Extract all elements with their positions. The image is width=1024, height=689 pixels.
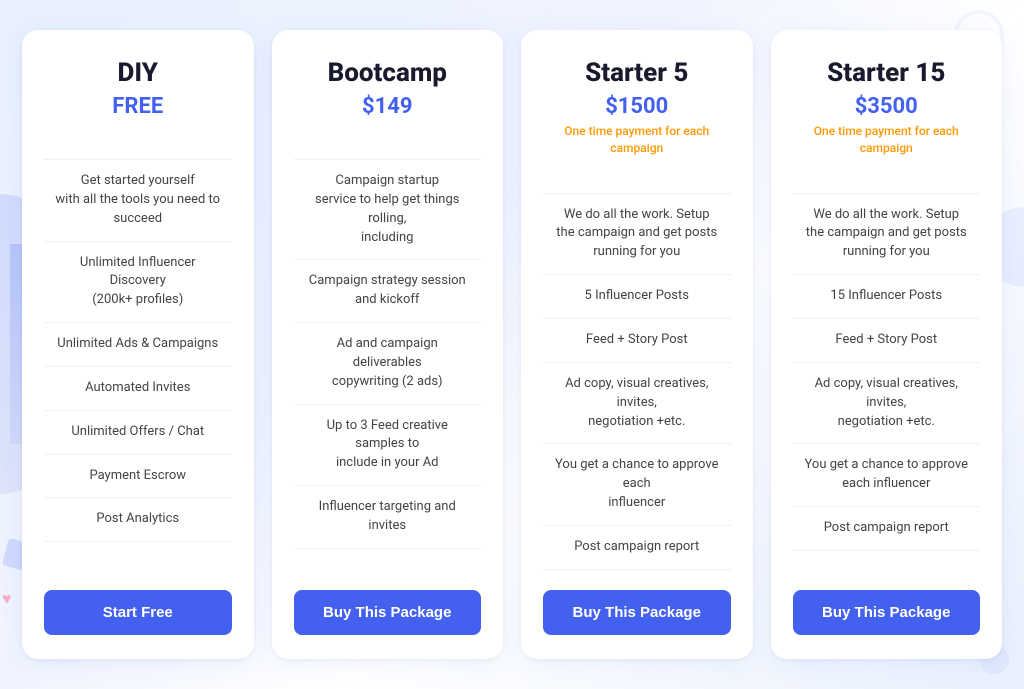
feature-item-starter15-5: Post campaign report — [793, 507, 981, 551]
feature-item-bootcamp-3: Up to 3 Feed creative samples to include… — [294, 405, 482, 487]
cta-button-starter15[interactable]: Buy This Package — [793, 590, 981, 635]
card-header-diy: DIY FREE — [44, 58, 232, 139]
feature-item-diy-6: Post Analytics — [44, 498, 232, 542]
feature-item-starter5-0: We do all the work. Setup the campaign a… — [543, 193, 731, 276]
feature-item-starter15-4: You get a chance to approve each influen… — [793, 444, 981, 507]
feature-item-bootcamp-0: Campaign startup service to help get thi… — [294, 159, 482, 260]
feature-item-starter15-3: Ad copy, visual creatives, invites, nego… — [793, 363, 981, 445]
feature-item-bootcamp-1: Campaign strategy session and kickoff — [294, 260, 482, 323]
feature-item-bootcamp-2: Ad and campaign deliverables copywriting… — [294, 323, 482, 405]
card-header-starter15: Starter 15 $3500 One time payment for each… — [793, 58, 981, 173]
pricing-card-diy: DIY FREE Get started yourself with all the… — [22, 30, 254, 659]
feature-item-diy-3: Automated Invites — [44, 367, 232, 411]
plan-name-starter15: Starter 15 — [793, 58, 981, 88]
plan-price-starter5: $1500 — [543, 94, 731, 119]
feature-item-starter5-3: Ad copy, visual creatives, invites, nego… — [543, 363, 731, 445]
plan-name-bootcamp: Bootcamp — [294, 58, 482, 88]
cta-button-diy[interactable]: Start Free — [44, 590, 232, 635]
features-list-starter5: We do all the work. Setup the campaign a… — [543, 193, 731, 570]
feature-item-diy-4: Unlimited Offers / Chat — [44, 411, 232, 455]
feature-item-starter15-2: Feed + Story Post — [793, 319, 981, 363]
feature-item-starter5-5: Post campaign report — [543, 526, 731, 570]
feature-item-starter5-4: You get a chance to approve each influen… — [543, 444, 731, 526]
pricing-container: DIY FREE Get started yourself with all the… — [22, 30, 1002, 659]
plan-price-diy: FREE — [44, 94, 232, 119]
feature-item-starter5-2: Feed + Story Post — [543, 319, 731, 363]
card-header-bootcamp: Bootcamp $149 — [294, 58, 482, 139]
feature-item-diy-2: Unlimited Ads & Campaigns — [44, 323, 232, 367]
feature-item-bootcamp-4: Influencer targeting and invites — [294, 486, 482, 549]
cta-button-starter5[interactable]: Buy This Package — [543, 590, 731, 635]
feature-item-starter15-0: We do all the work. Setup the campaign a… — [793, 193, 981, 276]
plan-note-starter5: One time payment for each campaign — [543, 123, 731, 157]
feature-item-starter5-1: 5 Influencer Posts — [543, 275, 731, 319]
plan-name-diy: DIY — [44, 58, 232, 88]
plan-name-starter5: Starter 5 — [543, 58, 731, 88]
features-list-starter15: We do all the work. Setup the campaign a… — [793, 193, 981, 570]
cta-button-bootcamp[interactable]: Buy This Package — [294, 590, 482, 635]
pricing-card-bootcamp: Bootcamp $149 Campaign startup service to … — [272, 30, 504, 659]
plan-price-starter15: $3500 — [793, 94, 981, 119]
pricing-card-starter15: Starter 15 $3500 One time payment for each… — [771, 30, 1003, 659]
card-header-starter5: Starter 5 $1500 One time payment for each … — [543, 58, 731, 173]
feature-item-diy-5: Payment Escrow — [44, 455, 232, 499]
feature-item-starter15-1: 15 Influencer Posts — [793, 275, 981, 319]
plan-price-bootcamp: $149 — [294, 94, 482, 119]
features-list-bootcamp: Campaign startup service to help get thi… — [294, 159, 482, 570]
features-list-diy: Get started yourself with all the tools … — [44, 159, 232, 570]
plan-note-starter15: One time payment for each campaign — [793, 123, 981, 157]
feature-item-diy-0: Get started yourself with all the tools … — [44, 159, 232, 242]
feature-item-diy-1: Unlimited Influencer Discovery (200k+ pr… — [44, 242, 232, 324]
pricing-card-starter5: Starter 5 $1500 One time payment for each … — [521, 30, 753, 659]
